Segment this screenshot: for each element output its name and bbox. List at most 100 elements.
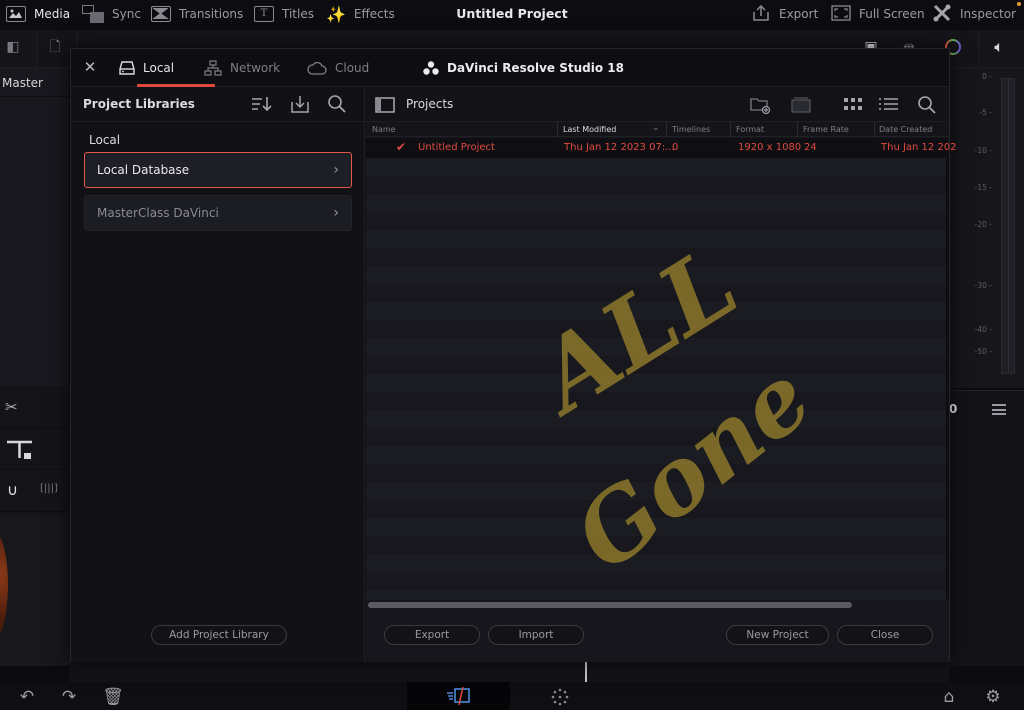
inspector-label: Inspector [960, 7, 1016, 21]
trash-icon[interactable]: 🗑︎ [102, 686, 124, 708]
new-project-button[interactable]: New Project [726, 625, 829, 645]
chevron-right-icon: › [333, 162, 339, 178]
library-item-masterclass-davinci[interactable]: MasterClass DaVinci › [84, 195, 352, 231]
new-bin-icon[interactable] [790, 96, 812, 114]
media-pool-panel: Master [0, 68, 70, 386]
sidebar-toggle-icon[interactable] [375, 97, 395, 113]
edit-tools-panel: ✂ ∪ [|||] [0, 386, 70, 516]
timeline-track-area [0, 516, 70, 666]
import-media-icon[interactable]: 🗋 [44, 36, 66, 58]
location-tabs: ✕ Local Network Cloud DaVinci Resolve St… [71, 49, 949, 87]
bin-label-master[interactable]: Master [2, 76, 43, 90]
media-icon [6, 6, 26, 22]
timecode-readout: 0 [949, 402, 958, 416]
column-header-name[interactable]: Name [372, 125, 396, 134]
project-date-created: Thu Jan 12 202 [881, 142, 957, 153]
export-label: Export [779, 7, 819, 21]
redo-icon[interactable]: ↷ [58, 686, 80, 708]
fullscreen-icon [831, 4, 851, 24]
projects-list-area[interactable] [366, 158, 946, 600]
cloud-icon [307, 61, 327, 75]
export-project-button[interactable]: Export [384, 625, 480, 645]
add-project-library-button[interactable]: Add Project Library [151, 625, 287, 645]
tab-network[interactable]: Network [204, 49, 280, 87]
top-menubar: Media Sync Transitions T Titles ✨ Effect… [0, 0, 1024, 28]
tab-cloud-label: Cloud [335, 61, 370, 75]
settings-gear-icon[interactable]: ⚙ [982, 686, 1004, 708]
bottom-bar: ↶ ↷ 🗑︎ ⌂ ⚙ [0, 682, 1024, 710]
export-icon [751, 4, 771, 25]
new-folder-icon[interactable] [750, 96, 772, 114]
import-project-button[interactable]: Import [488, 625, 584, 645]
libraries-section-local: Local [89, 133, 121, 147]
brand-label: DaVinci Resolve Studio 18 [447, 61, 624, 75]
speaker-icon[interactable]: 🔈︎ [988, 36, 1010, 58]
fullscreen-button[interactable]: Full Screen [831, 0, 925, 28]
titles-icon: T [254, 6, 274, 22]
tab-cloud[interactable]: Cloud [307, 49, 369, 87]
audio-waveform-icon[interactable]: [|||] [40, 483, 58, 494]
projects-pane: Projects Name Last Modified ⌄ Timelines … [366, 88, 957, 662]
playhead[interactable] [585, 662, 587, 682]
fullscreen-label: Full Screen [859, 7, 925, 21]
project-manager-dialog: ✕ Local Network Cloud DaVinci Resolve St… [70, 48, 957, 662]
library-item-local-database[interactable]: Local Database › [84, 152, 352, 188]
project-format: 1920 x 1080 [738, 142, 802, 153]
transitions-page-button[interactable]: Transitions [151, 0, 243, 28]
list-view-icon[interactable] [879, 98, 899, 112]
column-header-timelines[interactable]: Timelines [672, 125, 710, 134]
library-item-label: MasterClass DaVinci [97, 206, 219, 220]
column-header-format[interactable]: Format [736, 125, 764, 134]
sort-descending-icon[interactable]: ⌄ [652, 123, 660, 133]
trim-lock-button[interactable] [0, 428, 70, 470]
search-libraries-icon[interactable] [327, 94, 349, 116]
projects-table-header: Name Last Modified ⌄ Timelines Format Fr… [366, 122, 949, 137]
sync-label: Sync [112, 7, 141, 21]
media-label: Media [34, 7, 71, 21]
column-header-frame-rate[interactable]: Frame Rate [803, 125, 849, 134]
project-title: Untitled Project [456, 6, 568, 21]
sort-icon[interactable] [251, 94, 273, 116]
effects-label: Effects [353, 7, 395, 21]
drive-icon [119, 61, 135, 75]
blade-tool-button[interactable]: ✂ [0, 386, 70, 428]
media-page-button[interactable]: Media [6, 0, 70, 28]
sync-page-button[interactable]: Sync [82, 0, 141, 28]
grid-view-icon[interactable] [844, 98, 862, 112]
trim-lock-icon [7, 440, 32, 459]
export-button[interactable]: Export [751, 0, 818, 28]
close-dialog-icon[interactable]: ✕ [81, 57, 99, 77]
titles-page-button[interactable]: T Titles [254, 0, 314, 28]
cut-page-button[interactable] [407, 682, 510, 710]
effects-icon: ✨ [326, 4, 346, 24]
timeline-ruler [70, 662, 950, 682]
titles-label: Titles [282, 7, 314, 21]
tab-local[interactable]: Local [119, 49, 174, 87]
libraries-title: Project Libraries [83, 97, 195, 111]
horizontal-scrollbar[interactable] [368, 602, 852, 608]
cut-page-icon [447, 687, 470, 705]
column-header-last-modified[interactable]: Last Modified [563, 125, 616, 134]
library-item-label: Local Database [97, 163, 190, 177]
magnet-icon: ∪ [7, 481, 18, 499]
scissors-icon: ✂ [5, 398, 18, 416]
davinci-logo-icon [423, 61, 439, 75]
project-timelines: 0 [672, 142, 679, 153]
import-library-icon[interactable] [289, 94, 311, 116]
hamburger-menu-icon[interactable] [992, 404, 1006, 415]
undo-icon[interactable]: ↶ [16, 686, 38, 708]
tab-local-label: Local [143, 61, 175, 75]
home-icon[interactable]: ⌂ [938, 686, 960, 708]
inspector-button[interactable]: Inspector [932, 0, 1016, 28]
snap-button[interactable]: ∪ [|||] [0, 470, 70, 512]
chevron-right-icon: › [333, 205, 339, 221]
search-projects-icon[interactable] [917, 95, 937, 115]
panel-toggle-icon[interactable]: ◧ [2, 36, 24, 58]
close-button[interactable]: Close [837, 625, 933, 645]
project-libraries-pane: Project Libraries Local Local Database ›… [71, 88, 365, 662]
notification-dot [1017, 2, 1021, 6]
effects-page-button[interactable]: ✨ Effects [326, 0, 395, 28]
column-header-date-created[interactable]: Date Created [879, 125, 932, 134]
loading-spinner-icon [551, 688, 569, 706]
project-row[interactable]: ✔ Untitled Project Thu Jan 12 2023 07:..… [366, 138, 957, 158]
